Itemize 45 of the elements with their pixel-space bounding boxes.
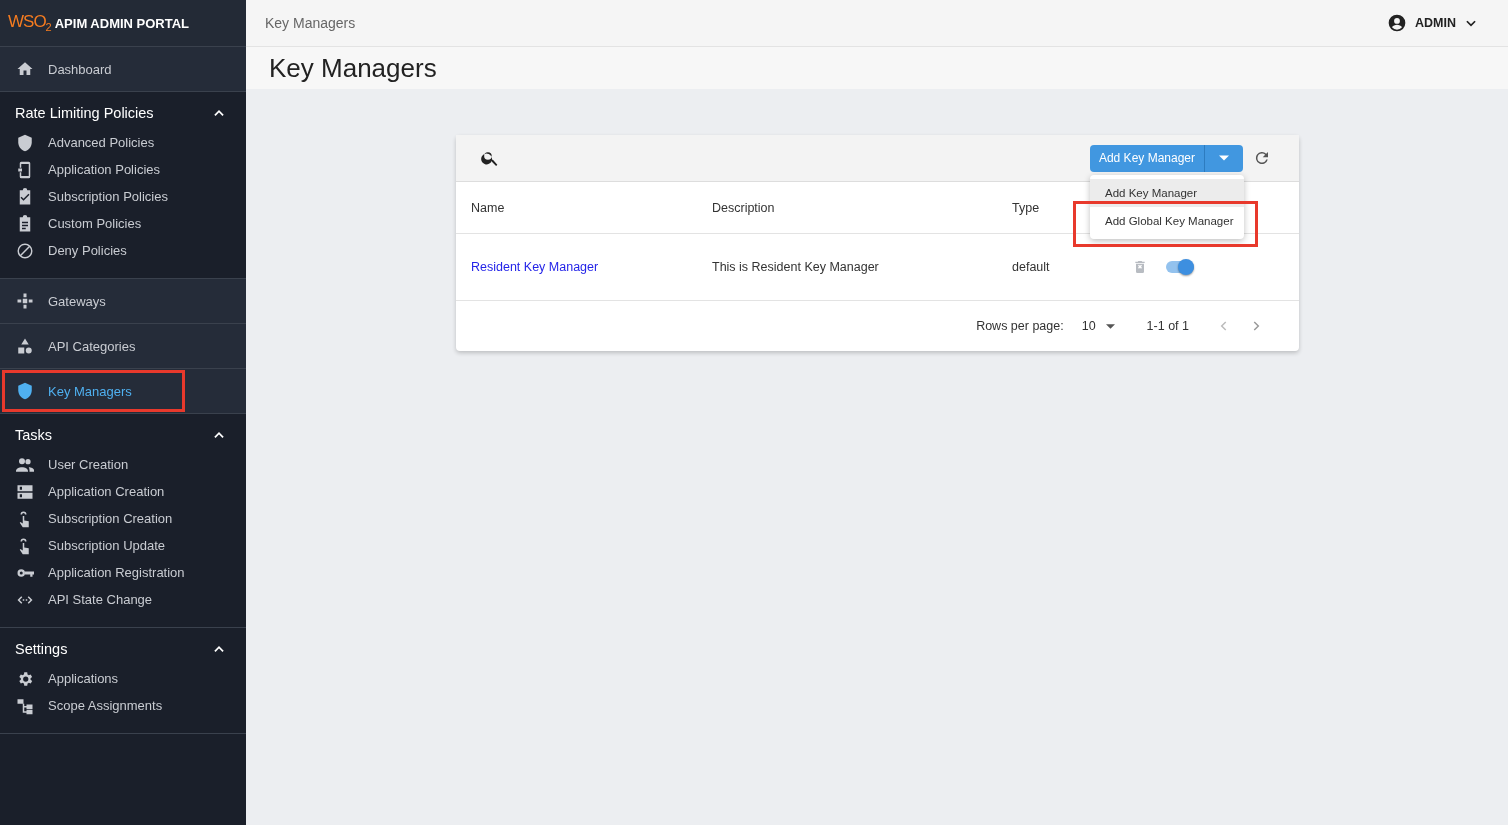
sidebar-item[interactable]: Applications xyxy=(0,665,246,692)
logo: WSO$_{2}$ xyxy=(8,12,51,34)
sidebar-item[interactable]: User Creation xyxy=(0,451,246,478)
column-header: Name xyxy=(471,200,506,215)
table-cell-text: This is Resident Key Manager xyxy=(712,260,880,274)
sidebar-item[interactable]: Deny Policies xyxy=(0,237,246,264)
refresh-icon[interactable] xyxy=(1253,149,1271,167)
server-icon xyxy=(16,482,34,501)
home-icon xyxy=(16,60,34,78)
account-icon xyxy=(1387,13,1408,33)
section-title: Rate Limiting Policies xyxy=(15,105,154,121)
sidebar-item[interactable]: Scope Assignments xyxy=(0,692,246,719)
section-title: Settings xyxy=(15,641,68,657)
sidebar-item[interactable]: Application Creation xyxy=(0,478,246,505)
sidebar-item[interactable]: Application Registration xyxy=(0,559,246,586)
app-title: APIM ADMIN PORTAL xyxy=(54,15,190,31)
rows-per-page-label: Rows per page: xyxy=(976,319,1064,333)
block-icon xyxy=(16,241,34,260)
shield-icon xyxy=(16,382,34,400)
sidebar-item[interactable]: Application Policies xyxy=(0,156,246,183)
shapes-icon xyxy=(16,337,34,355)
page-range: 1-1 of 1 xyxy=(1146,319,1189,333)
sidebar-item[interactable]: Custom Policies xyxy=(0,210,246,237)
hierarchy-icon xyxy=(16,696,34,715)
sidebar-item[interactable]: API State Change xyxy=(0,586,246,613)
shield-icon xyxy=(16,133,34,152)
key-manager-link[interactable]: Resident Key Manager xyxy=(471,260,712,274)
menu-item[interactable]: Add Global Key Manager xyxy=(1090,207,1244,235)
sidebar-item[interactable]: Subscription Policies xyxy=(0,183,246,210)
user-menu[interactable]: ADMIN xyxy=(1387,13,1478,33)
column-header: Description xyxy=(712,200,776,215)
table-cell-text: default xyxy=(1012,260,1051,274)
section-title: Tasks xyxy=(15,427,53,443)
nodes-icon xyxy=(16,292,34,310)
breadcrumb: Key Managers xyxy=(265,15,356,31)
sidebar-item[interactable]: Advanced Policies xyxy=(0,129,246,156)
users-icon xyxy=(16,455,34,474)
rows-per-page-select[interactable]: 10 xyxy=(1081,319,1115,333)
caret-icon xyxy=(1105,323,1115,329)
toggle-switch[interactable] xyxy=(1166,261,1194,273)
caret-icon xyxy=(1219,155,1229,161)
column-header: Type xyxy=(1012,200,1041,215)
sidebar-item[interactable]: Subscription Update xyxy=(0,532,246,559)
sidebar-item[interactable]: Subscription Creation xyxy=(0,505,246,532)
page-title: Key Managers xyxy=(246,47,1508,89)
